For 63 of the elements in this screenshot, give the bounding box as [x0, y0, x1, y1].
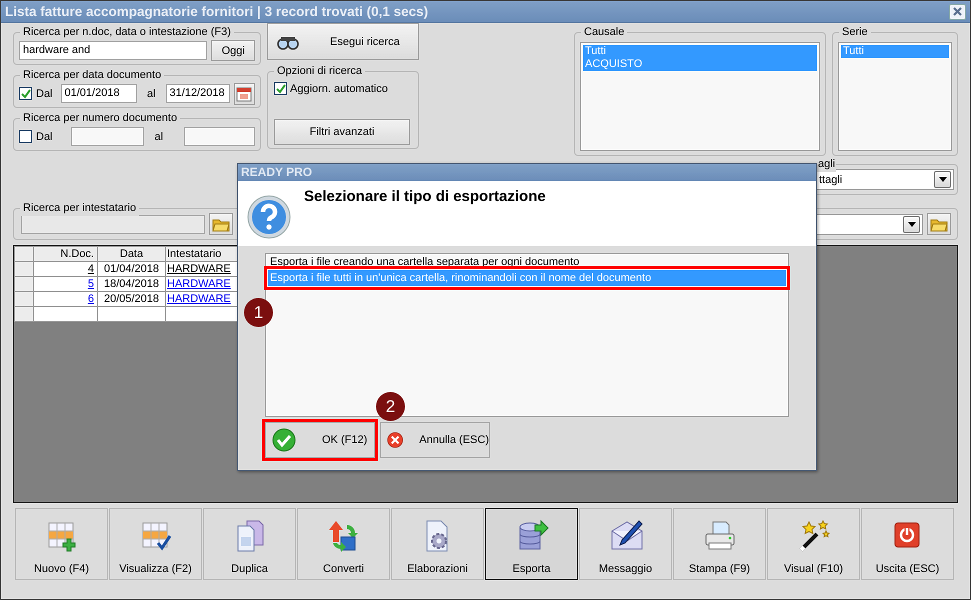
toolbar-button[interactable]: Visual (F10)	[767, 508, 860, 580]
group-label: Opzioni di ricerca	[274, 64, 365, 79]
dialog-heading: Selezionare il tipo di esportazione	[304, 188, 546, 207]
today-button[interactable]: Oggi	[211, 40, 255, 61]
toolbar-button[interactable]: Esporta	[485, 508, 578, 580]
calendar-icon	[236, 86, 252, 102]
dialog-title: READY PRO	[238, 164, 816, 181]
checkbox-label: Dal	[36, 88, 53, 100]
checkbox-label: Aggiorn. automatico	[290, 82, 388, 94]
row-header	[14, 246, 34, 262]
cancel-button[interactable]: Annulla (ESC)	[380, 422, 490, 458]
checkbox-label: Dal	[36, 130, 53, 142]
close-icon	[953, 7, 962, 16]
caret-icon	[908, 222, 916, 226]
link[interactable]: 6	[88, 293, 94, 305]
group-label: agli	[817, 157, 836, 172]
calendar-button[interactable]	[234, 82, 256, 104]
folder-button[interactable]	[209, 213, 233, 235]
table-cell: 01/04/2018	[98, 262, 166, 276]
checkbox[interactable]	[19, 87, 32, 100]
toolbar-button[interactable]: Duplica	[203, 508, 296, 580]
toolbar-button[interactable]: Nuovo (F4)	[15, 508, 108, 580]
table-cell: 20/05/2018	[98, 292, 166, 306]
step-marker: 1	[244, 298, 273, 327]
link[interactable]: HARDWARE	[167, 278, 231, 290]
toolbar-button[interactable]: Messaggio	[579, 508, 672, 580]
close-button[interactable]	[949, 4, 966, 20]
advanced-filters-button[interactable]: Filtri avanzati	[274, 119, 410, 145]
number-field[interactable]	[184, 127, 255, 146]
column-header[interactable]: Intestatario	[166, 246, 238, 262]
group-label: Ricerca per data documento	[20, 68, 164, 83]
number-field[interactable]	[70, 127, 144, 146]
group-label: Ricerca per numero documento	[20, 111, 180, 126]
caret-icon	[938, 177, 946, 182]
window-title: Lista fatture accompagnatorie fornitori | 3 record trovati (0,1 secs)	[5, 4, 430, 19]
toolbar-button[interactable]: Visualizza (F2)	[109, 508, 202, 580]
column-header[interactable]: N.Doc.	[34, 246, 98, 262]
checkbox[interactable]	[19, 130, 32, 143]
convert-icon	[326, 519, 360, 553]
group-label: Ricerca per intestatario	[20, 201, 140, 216]
toolbar-button[interactable]: Elaborazioni	[391, 508, 484, 580]
field-label: al	[154, 130, 164, 142]
table-cell: 18/04/2018	[98, 276, 166, 292]
field-label: al	[146, 88, 156, 100]
link[interactable]: HARDWARE	[167, 293, 231, 305]
date-field[interactable]: 01/01/2018	[60, 84, 137, 103]
check-icon	[272, 428, 296, 452]
check-icon	[275, 83, 286, 94]
search-field[interactable]: hardware and	[19, 41, 208, 60]
column-header[interactable]: Data	[98, 246, 166, 262]
folder-button[interactable]	[927, 213, 951, 235]
link[interactable]: HARDWARE	[167, 263, 231, 275]
checkbox[interactable]	[274, 82, 287, 95]
toolbar-button[interactable]: Converti	[297, 508, 390, 580]
group-label: Ricerca per n.doc, data o intestazione (F3)	[20, 25, 234, 40]
link[interactable]: 5	[88, 278, 94, 290]
check-icon	[20, 88, 31, 99]
date-field[interactable]: 31/12/2018	[166, 84, 230, 103]
toolbar-button[interactable]: Uscita (ESC)	[861, 508, 954, 580]
toolbar-button[interactable]: Stampa (F9)	[673, 508, 766, 580]
link[interactable]: 4	[88, 263, 94, 275]
question-icon	[246, 194, 292, 240]
search-button[interactable]: Esegui ricerca	[267, 23, 419, 60]
